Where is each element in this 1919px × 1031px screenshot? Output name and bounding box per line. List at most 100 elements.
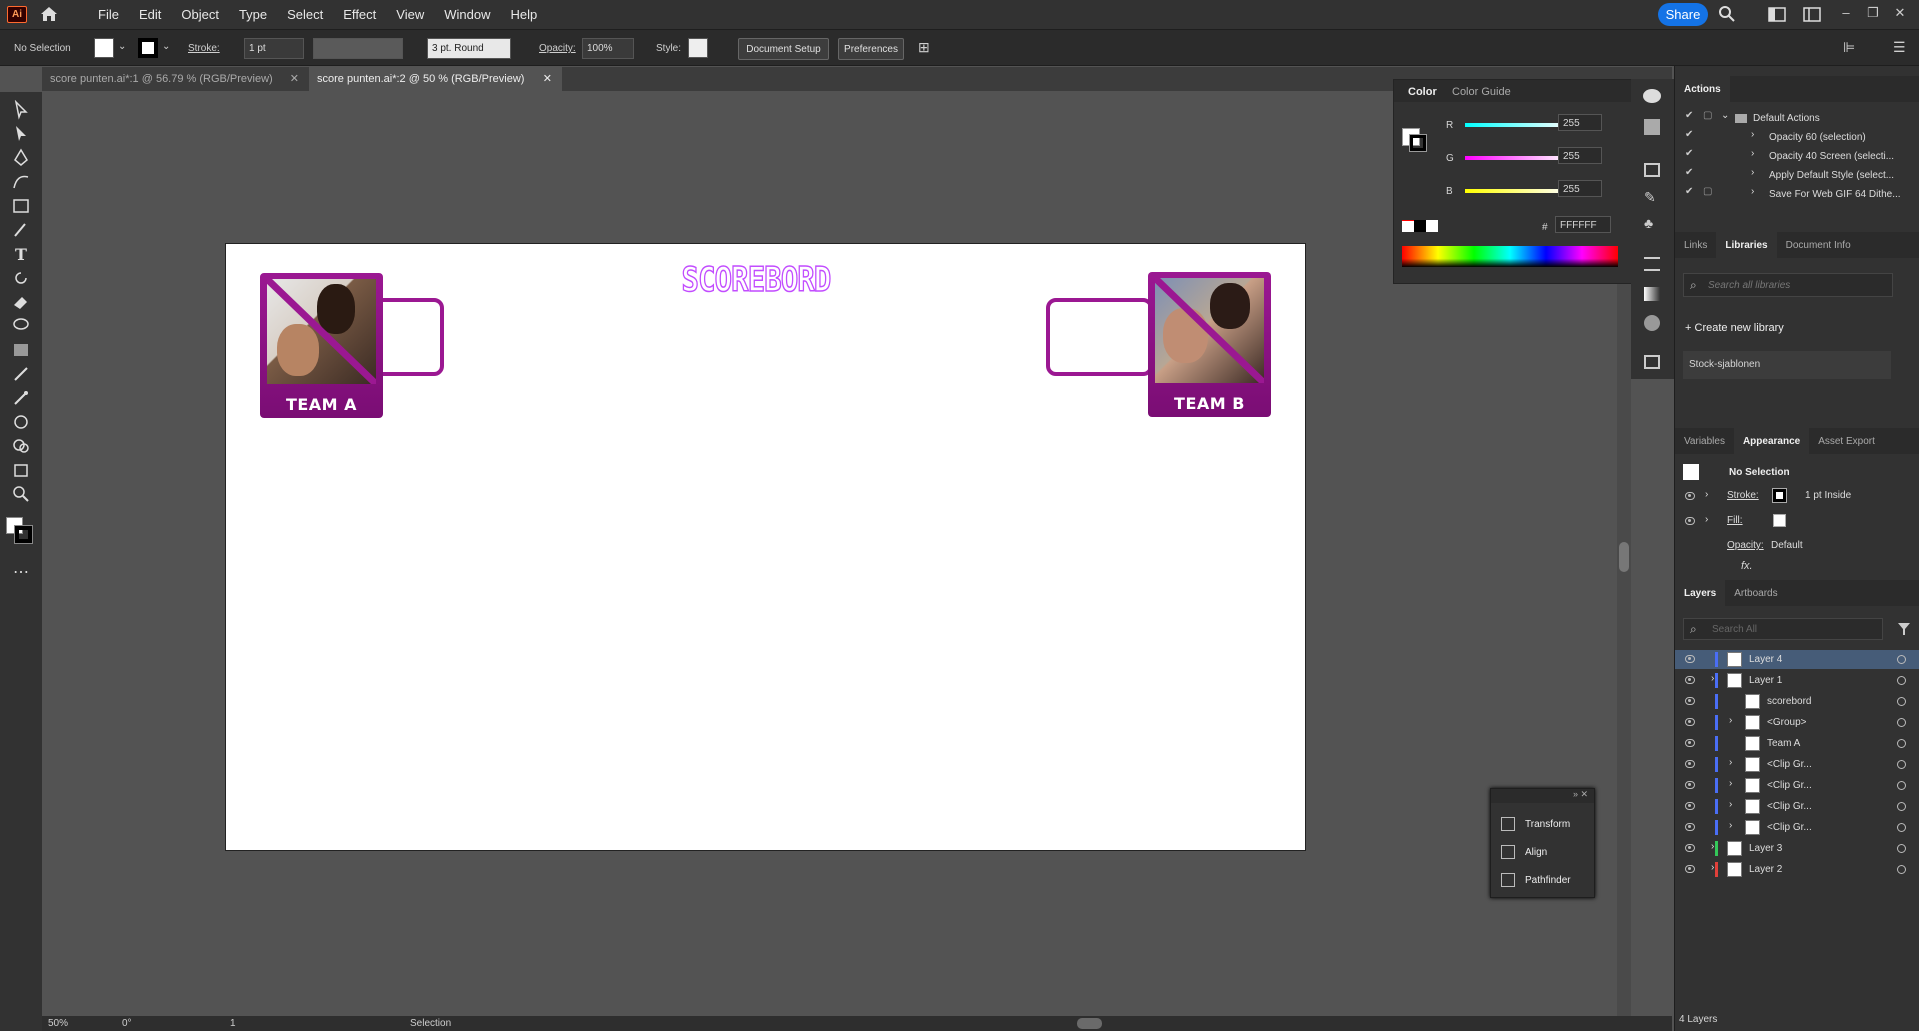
panel-menu-icon[interactable]: ☰ xyxy=(1893,39,1906,56)
menu-effect[interactable]: Effect xyxy=(333,7,386,22)
pen-tool-icon[interactable] xyxy=(11,148,31,168)
expand-arrow-icon[interactable]: › xyxy=(1711,673,1714,684)
target-icon[interactable] xyxy=(1897,655,1906,664)
rotate-view[interactable]: 0° xyxy=(122,1018,132,1029)
menu-type[interactable]: Type xyxy=(229,7,277,22)
menu-edit[interactable]: Edit xyxy=(129,7,171,22)
visibility-eye-icon[interactable] xyxy=(1685,655,1695,663)
appearance-opacity-row[interactable]: Opacity: Default xyxy=(1675,537,1919,556)
tab-links[interactable]: Links xyxy=(1675,232,1716,258)
layer-row[interactable]: › <Clip Gr... xyxy=(1675,776,1919,795)
variable-width-profile[interactable] xyxy=(313,38,403,59)
expand-arrow-icon[interactable]: › xyxy=(1729,778,1732,789)
opacity-input[interactable]: 100% xyxy=(582,38,634,59)
target-icon[interactable] xyxy=(1897,781,1906,790)
expand-arrow-icon[interactable]: › xyxy=(1729,820,1732,831)
close-tab-icon[interactable]: ✕ xyxy=(290,72,299,85)
fill-swatch[interactable] xyxy=(94,38,114,58)
b-slider[interactable] xyxy=(1465,189,1569,193)
more-tools-icon[interactable]: ⋯ xyxy=(11,562,31,582)
target-icon[interactable] xyxy=(1897,676,1906,685)
tab-document-1[interactable]: score punten.ai*:1 @ 56.79 % (RGB/Previe… xyxy=(42,67,309,91)
visibility-eye-icon[interactable] xyxy=(1685,760,1695,768)
symbols-icon[interactable]: ♣ xyxy=(1644,215,1660,231)
g-value[interactable]: 255 xyxy=(1558,147,1602,164)
r-slider[interactable] xyxy=(1465,123,1569,127)
layer-row[interactable]: › Layer 2 xyxy=(1675,860,1919,879)
tab-asset-export[interactable]: Asset Export xyxy=(1809,428,1884,454)
tab-libraries[interactable]: Libraries xyxy=(1716,232,1777,258)
artboard[interactable]: TEAM A SCOREBORD TEAM B xyxy=(225,243,1306,851)
visibility-eye-icon[interactable] xyxy=(1685,718,1695,726)
hex-input[interactable]: FFFFFF xyxy=(1555,216,1611,233)
target-icon[interactable] xyxy=(1897,739,1906,748)
layers-search-input[interactable]: ⌕ Search All xyxy=(1683,618,1883,640)
maximize-icon[interactable]: ❐ xyxy=(1864,4,1882,22)
minimize-icon[interactable]: – xyxy=(1837,4,1855,22)
document-setup-button[interactable]: Document Setup xyxy=(738,38,829,60)
lasso-tool-icon[interactable] xyxy=(11,316,31,336)
visibility-eye-icon[interactable] xyxy=(1685,823,1695,831)
type-tool-icon[interactable]: T xyxy=(11,244,31,264)
expand-arrow-icon[interactable]: › xyxy=(1729,757,1732,768)
direct-selection-tool-icon[interactable] xyxy=(11,124,31,144)
workspace-icon[interactable] xyxy=(1768,7,1786,22)
expand-arrow-icon[interactable]: › xyxy=(1729,715,1732,726)
appearance-stroke-row[interactable]: › Stroke: 1 pt Inside xyxy=(1675,487,1919,506)
shape-builder-tool-icon[interactable] xyxy=(11,436,31,456)
team-a-card[interactable]: TEAM A xyxy=(260,273,383,418)
visibility-eye-icon[interactable] xyxy=(1685,865,1695,873)
zoom-tool-icon[interactable] xyxy=(11,484,31,504)
expand-arrow-icon[interactable]: › xyxy=(1711,862,1714,873)
layer-row[interactable]: › <Clip Gr... xyxy=(1675,755,1919,774)
horizontal-scroll-thumb[interactable] xyxy=(1077,1018,1102,1029)
stroke-weight-input[interactable]: 1 pt xyxy=(244,38,304,59)
menu-window[interactable]: Window xyxy=(434,7,500,22)
close-tab-icon[interactable]: ✕ xyxy=(543,72,552,85)
layer-row[interactable]: scorebord xyxy=(1675,692,1919,711)
library-search-input[interactable]: ⌕ Search all libraries xyxy=(1683,273,1893,297)
visibility-eye-icon[interactable] xyxy=(1685,676,1695,684)
target-icon[interactable] xyxy=(1897,865,1906,874)
rotate-tool-icon[interactable] xyxy=(11,268,31,288)
expand-arrow-icon[interactable]: › xyxy=(1711,841,1714,852)
team-b-card[interactable]: TEAM B xyxy=(1148,272,1271,417)
color-spectrum[interactable] xyxy=(1402,246,1618,267)
g-slider[interactable] xyxy=(1465,156,1569,160)
tab-document-info[interactable]: Document Info xyxy=(1777,232,1860,258)
action-row[interactable]: ✔ › Opacity 60 (selection) xyxy=(1675,129,1919,148)
layer-row[interactable]: Layer 4 xyxy=(1675,650,1919,669)
tab-appearance[interactable]: Appearance xyxy=(1733,428,1810,454)
tab-color-guide[interactable]: Color Guide xyxy=(1452,86,1511,98)
layer-row[interactable]: Team A xyxy=(1675,734,1919,753)
zoom-level[interactable]: 50% xyxy=(48,1018,68,1029)
curvature-tool-icon[interactable] xyxy=(11,172,31,192)
transparency-icon[interactable] xyxy=(1644,287,1660,301)
close-window-icon[interactable]: ✕ xyxy=(1891,4,1909,22)
fx-icon[interactable]: fx. xyxy=(1741,560,1753,572)
chevron-down-icon[interactable]: ⌄ xyxy=(118,41,126,52)
artboard-number[interactable]: 1 xyxy=(230,1018,236,1029)
eraser-tool-icon[interactable] xyxy=(11,292,31,312)
puppet-warp-tool-icon[interactable] xyxy=(11,412,31,432)
layer-row[interactable]: › <Clip Gr... xyxy=(1675,797,1919,816)
home-icon[interactable] xyxy=(40,6,58,22)
cc-libraries-icon[interactable] xyxy=(1643,89,1661,103)
selection-tool-icon[interactable] xyxy=(11,100,31,120)
align-icon[interactable]: ⊫ xyxy=(1843,39,1855,56)
tab-actions[interactable]: Actions xyxy=(1675,76,1730,102)
target-icon[interactable] xyxy=(1897,697,1906,706)
brushes-icon[interactable]: ✎ xyxy=(1644,189,1660,205)
gradient-panel-icon[interactable] xyxy=(1644,119,1660,135)
stroke-swatch[interactable] xyxy=(138,38,158,58)
asset-export-icon[interactable] xyxy=(1644,355,1660,369)
mesh-tool-icon[interactable] xyxy=(11,364,31,384)
menu-view[interactable]: View xyxy=(386,7,434,22)
artboard-tool-icon[interactable] xyxy=(11,460,31,480)
pathfinder-panel-button[interactable]: Pathfinder xyxy=(1501,869,1571,891)
expand-arrow-icon[interactable]: › xyxy=(1729,799,1732,810)
visibility-eye-icon[interactable] xyxy=(1685,844,1695,852)
eyedropper-tool-icon[interactable] xyxy=(11,388,31,408)
arrange-icon[interactable]: ⊞ xyxy=(918,39,930,56)
team-b-score-box[interactable] xyxy=(1046,298,1153,376)
